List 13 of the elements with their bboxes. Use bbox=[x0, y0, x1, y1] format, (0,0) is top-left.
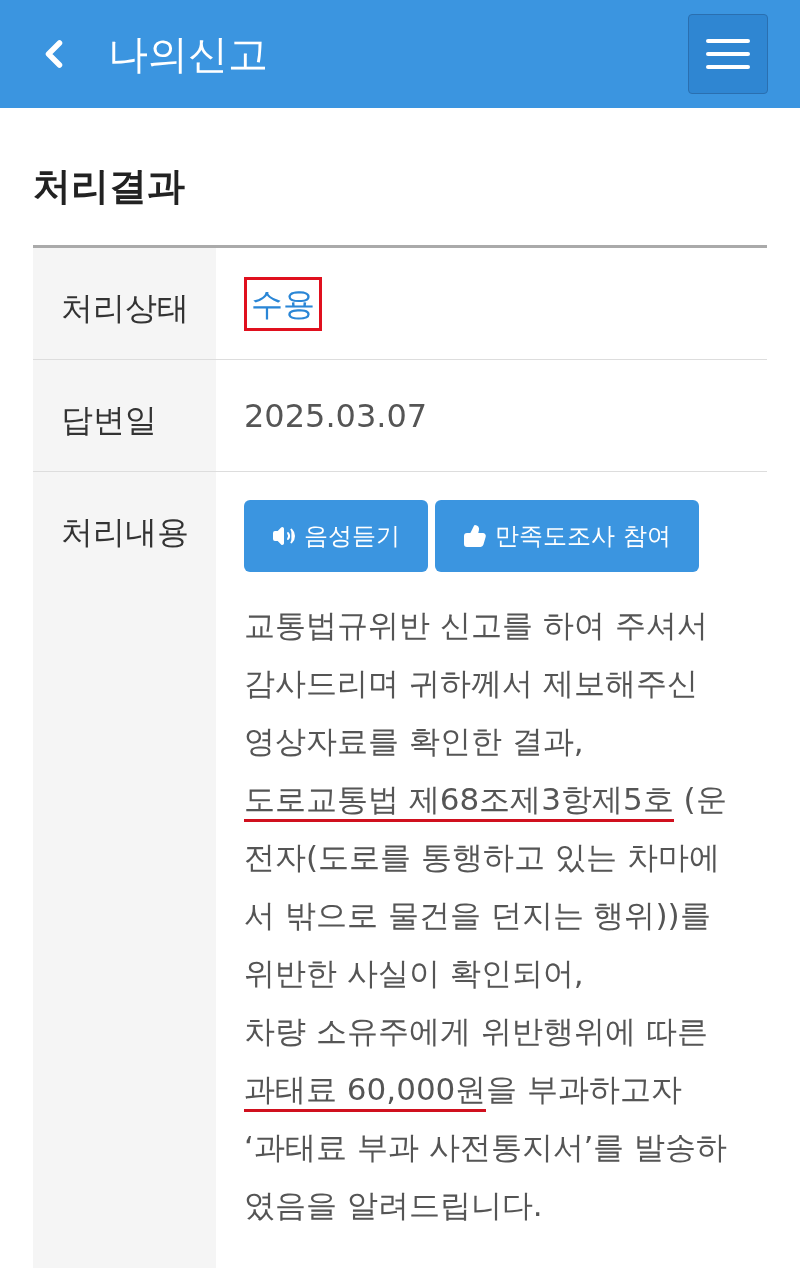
row-label: 답변일 bbox=[61, 401, 157, 439]
thumbs-up-icon bbox=[463, 524, 487, 548]
result-text: 교통법규위반 신고를 하여 주셔서 감사드리며 귀하께서 제보해주신 영상자료를 확인한 결과, 도로교통법 제68조제3항제5호 (운전자(도로를 통행하고 있는 차마에서 밖으로 물건을 던지는 행위))를 위반한 사실이 확인되어, 차량 소유주에게 위반행위에 따른 과태료 60,000원을 부과하고자 ‘과태료 부과 사전통지서’를 발송하였음을 알려드립니다. bbox=[244, 606, 729, 1225]
section-title: 처리결과 bbox=[33, 163, 186, 210]
menu-button[interactable] bbox=[688, 14, 768, 94]
speaker-icon bbox=[272, 524, 296, 548]
page-title: 나의신고 bbox=[108, 30, 268, 79]
row-label: 처리내용 bbox=[61, 513, 189, 551]
answer-date: 2025.03.07 bbox=[244, 395, 428, 437]
survey-button[interactable]: 만족도조사 참여 bbox=[435, 500, 699, 572]
listen-button[interactable]: 음성듣기 bbox=[244, 500, 428, 572]
row-label: 처리상태 bbox=[61, 289, 189, 327]
status-value: 수용 bbox=[244, 276, 322, 331]
